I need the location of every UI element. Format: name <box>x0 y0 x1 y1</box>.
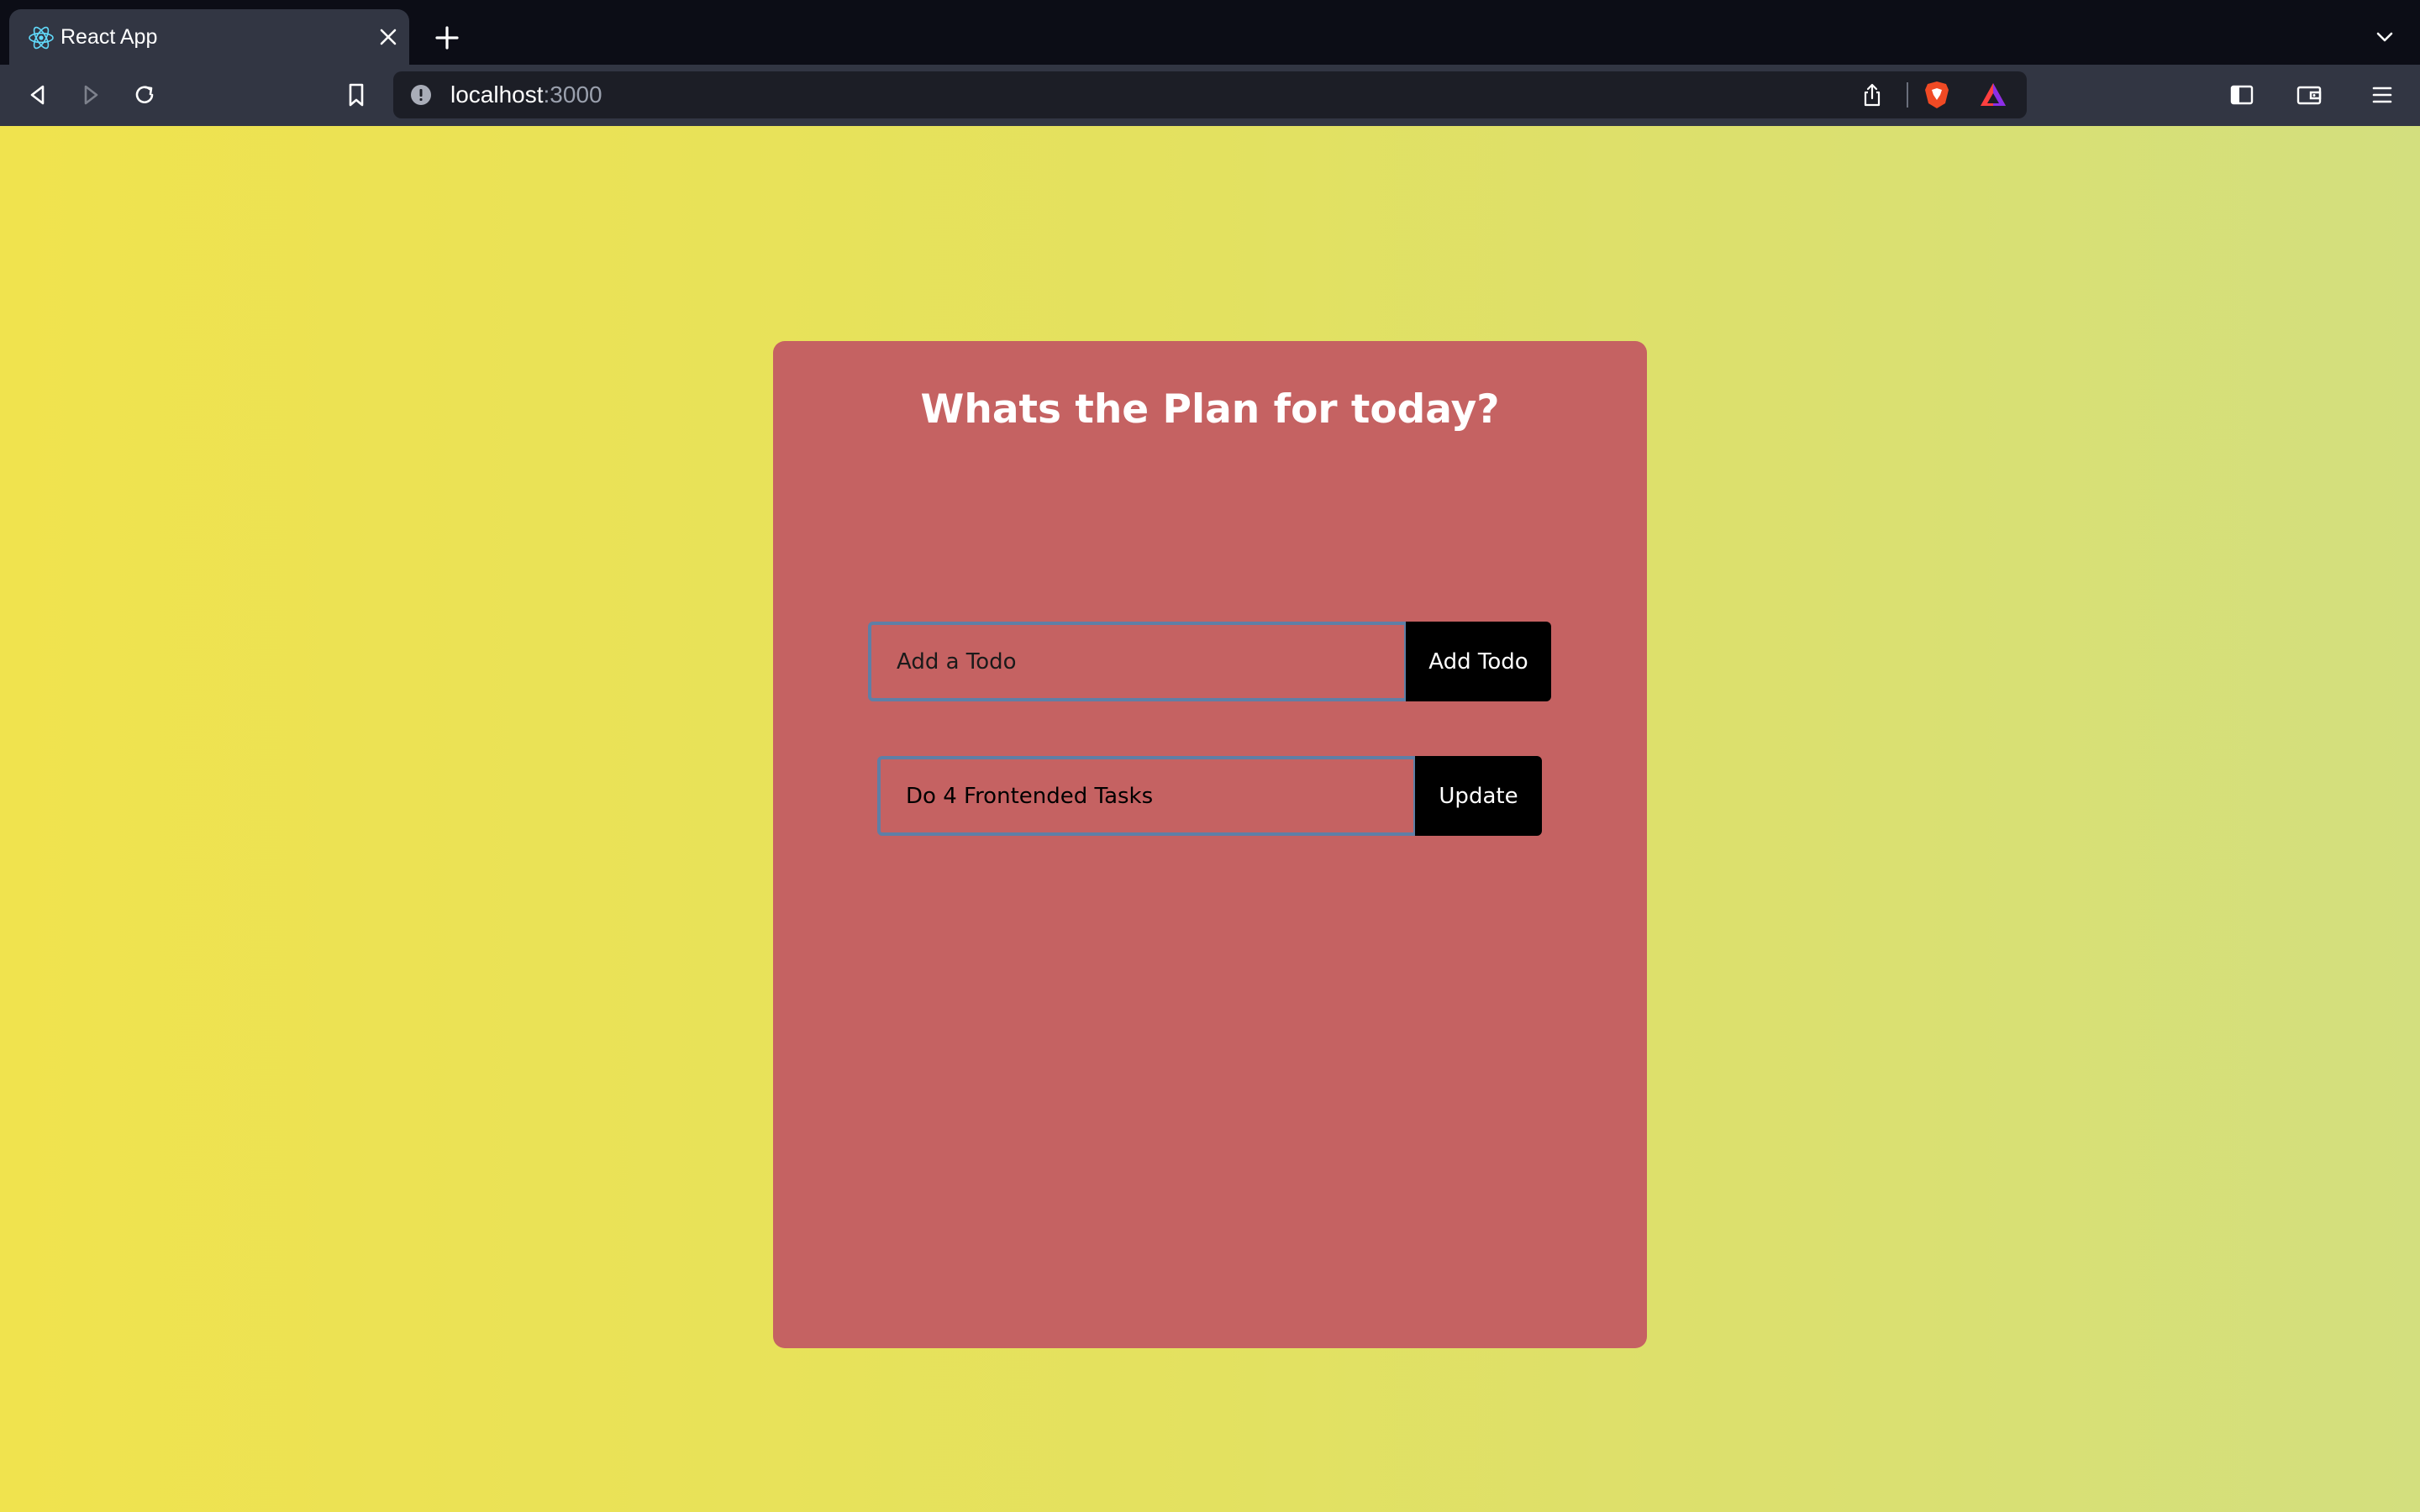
new-tab-icon[interactable] <box>434 24 460 51</box>
sidebar-icon[interactable] <box>2228 81 2256 109</box>
todo-card: Whats the Plan for today? Add Todo Updat… <box>773 341 1647 1348</box>
bookmark-icon[interactable] <box>342 81 371 109</box>
url-port: :3000 <box>543 81 602 108</box>
chevron-down-icon[interactable] <box>2373 25 2396 49</box>
add-todo-button[interactable]: Add Todo <box>1406 622 1551 701</box>
browser-tab[interactable]: React App <box>9 9 409 65</box>
react-icon <box>29 26 54 50</box>
brave-rewards-icon[interactable] <box>1978 80 2008 110</box>
edit-todo-input[interactable] <box>877 756 1417 836</box>
tab-title: React App <box>60 25 158 49</box>
url-host: localhost <box>450 81 544 108</box>
back-icon[interactable] <box>24 81 52 109</box>
menu-icon[interactable] <box>2368 81 2396 109</box>
share-icon[interactable] <box>1859 81 1886 108</box>
url-text: localhost:3000 <box>450 79 602 111</box>
wallet-icon[interactable] <box>2295 81 2323 109</box>
reload-icon[interactable] <box>130 81 159 109</box>
address-bar[interactable]: localhost:3000 <box>393 71 2027 118</box>
page-viewport: Whats the Plan for today? Add Todo Updat… <box>0 126 2420 1512</box>
update-button[interactable]: Update <box>1415 756 1542 836</box>
close-icon[interactable] <box>377 26 399 48</box>
forward-icon[interactable] <box>76 81 105 109</box>
browser-toolbar: localhost:3000 <box>0 65 2420 126</box>
tab-strip: React App <box>0 0 2420 65</box>
info-icon[interactable] <box>410 84 432 106</box>
page-title: Whats the Plan for today? <box>920 386 1500 433</box>
brave-shields-icon[interactable] <box>1923 80 1951 110</box>
url-divider <box>1907 82 1908 108</box>
add-todo-input[interactable] <box>868 622 1407 701</box>
